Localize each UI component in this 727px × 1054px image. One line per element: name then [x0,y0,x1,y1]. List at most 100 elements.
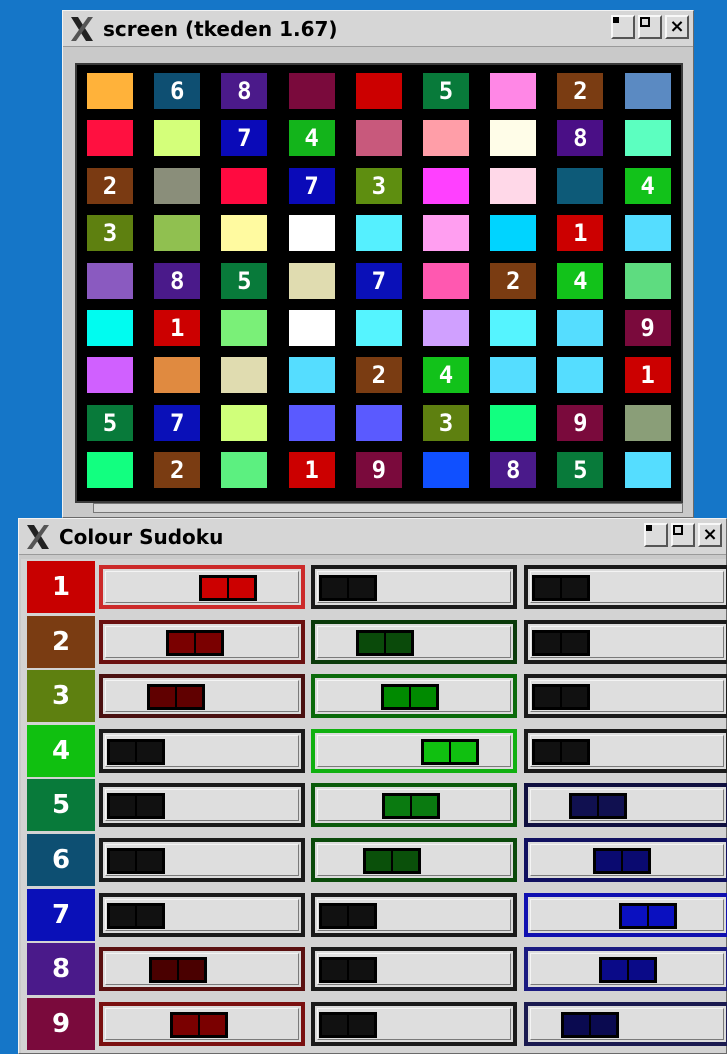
grid-cell[interactable] [87,310,133,346]
minimize-button[interactable] [611,15,635,39]
slider-thumb[interactable] [420,738,479,765]
green-slider[interactable] [311,1001,517,1046]
minimize-button[interactable] [644,523,668,547]
grid-cell[interactable]: 1 [557,215,604,252]
slider-thumb[interactable] [532,684,590,711]
green-slider[interactable] [311,783,517,828]
grid-cell[interactable]: 4 [557,262,604,299]
grid-cell[interactable] [221,167,268,204]
grid-cell[interactable]: 7 [288,167,335,204]
grid-cell[interactable]: 5 [423,73,469,109]
grid-cell[interactable]: 9 [624,310,671,346]
grid-cell[interactable] [490,215,537,252]
grid-cell[interactable] [557,310,604,346]
grid-cell[interactable] [221,404,268,441]
grid-cell[interactable]: 4 [288,120,335,157]
grid-cell[interactable] [624,262,671,299]
screen-titlebar[interactable]: screen (tkeden 1.67) × [63,11,693,47]
grid-cell[interactable] [87,262,133,299]
grid-cell[interactable] [490,120,537,157]
grid-cell[interactable] [87,357,133,394]
grid-cell[interactable]: 2 [557,73,604,109]
slider-thumb[interactable] [319,1011,377,1038]
grid-cell[interactable]: 1 [288,452,335,489]
grid-cell[interactable]: 1 [154,310,201,346]
horizontal-scrollbar[interactable] [93,503,683,513]
grid-cell[interactable] [490,404,537,441]
grid-cell[interactable] [154,357,201,394]
grid-cell[interactable] [87,452,133,489]
grid-cell[interactable]: 9 [557,404,604,441]
grid-cell[interactable]: 9 [355,452,402,489]
grid-cell[interactable] [624,404,671,441]
grid-cell[interactable]: 2 [87,167,133,204]
grid-cell[interactable] [221,357,268,394]
slider-thumb[interactable] [107,793,165,820]
grid-cell[interactable] [423,167,469,204]
grid-cell[interactable]: 3 [87,215,133,252]
grid-cell[interactable] [355,310,402,346]
slider-thumb[interactable] [319,575,377,601]
blue-slider[interactable] [524,947,727,992]
blue-slider[interactable] [524,1001,727,1046]
slider-thumb[interactable] [568,793,627,820]
grid-cell[interactable]: 7 [355,262,402,299]
close-button[interactable]: × [698,523,722,547]
slider-thumb[interactable] [199,575,258,601]
slider-thumb[interactable] [362,848,421,874]
slider-thumb[interactable] [149,957,208,984]
grid-cell[interactable] [288,73,335,109]
grid-cell[interactable]: 5 [557,452,604,489]
slider-thumb[interactable] [382,793,441,820]
maximize-button[interactable] [638,15,662,39]
grid-cell[interactable]: 2 [355,357,402,394]
grid-cell[interactable] [490,73,537,109]
blue-slider[interactable] [524,838,727,882]
green-slider[interactable] [311,892,517,937]
grid-cell[interactable]: 2 [490,262,537,299]
grid-cell[interactable]: 8 [490,452,537,489]
grid-cell[interactable] [288,262,335,299]
grid-cell[interactable] [423,120,469,157]
grid-cell[interactable] [154,215,201,252]
grid-cell[interactable]: 8 [557,120,604,157]
grid-cell[interactable] [288,215,335,252]
grid-cell[interactable] [624,452,671,489]
slider-thumb[interactable] [561,1011,620,1038]
slider-thumb[interactable] [355,629,414,656]
blue-slider[interactable] [524,565,727,609]
green-slider[interactable] [311,947,517,992]
grid-cell[interactable]: 3 [423,404,469,441]
grid-cell[interactable] [288,404,335,441]
grid-cell[interactable] [355,215,402,252]
grid-cell[interactable]: 8 [154,262,201,299]
grid-cell[interactable]: 2 [154,452,201,489]
green-slider[interactable] [311,565,517,609]
blue-slider[interactable] [524,674,727,719]
red-slider[interactable] [99,728,305,773]
slider-thumb[interactable] [166,629,225,656]
red-slider[interactable] [99,565,305,609]
green-slider[interactable] [311,619,517,664]
slider-thumb[interactable] [170,1011,229,1038]
grid-cell[interactable] [423,262,469,299]
red-slider[interactable] [99,947,305,992]
slider-thumb[interactable] [592,848,651,874]
red-slider[interactable] [99,619,305,664]
slider-thumb[interactable] [381,684,440,711]
slider-thumb[interactable] [319,957,377,984]
grid-cell[interactable]: 6 [154,73,201,109]
grid-cell[interactable] [490,357,537,394]
grid-cell[interactable] [490,167,537,204]
grid-cell[interactable]: 7 [221,120,268,157]
grid-cell[interactable]: 5 [221,262,268,299]
red-slider[interactable] [99,674,305,719]
slider-thumb[interactable] [319,902,377,929]
slider-thumb[interactable] [107,902,165,929]
blue-slider[interactable] [524,619,727,664]
grid-cell[interactable] [557,167,604,204]
slider-thumb[interactable] [619,902,678,929]
sudoku-titlebar[interactable]: Colour Sudoku × [19,519,726,555]
grid-cell[interactable] [624,120,671,157]
slider-thumb[interactable] [107,738,165,765]
